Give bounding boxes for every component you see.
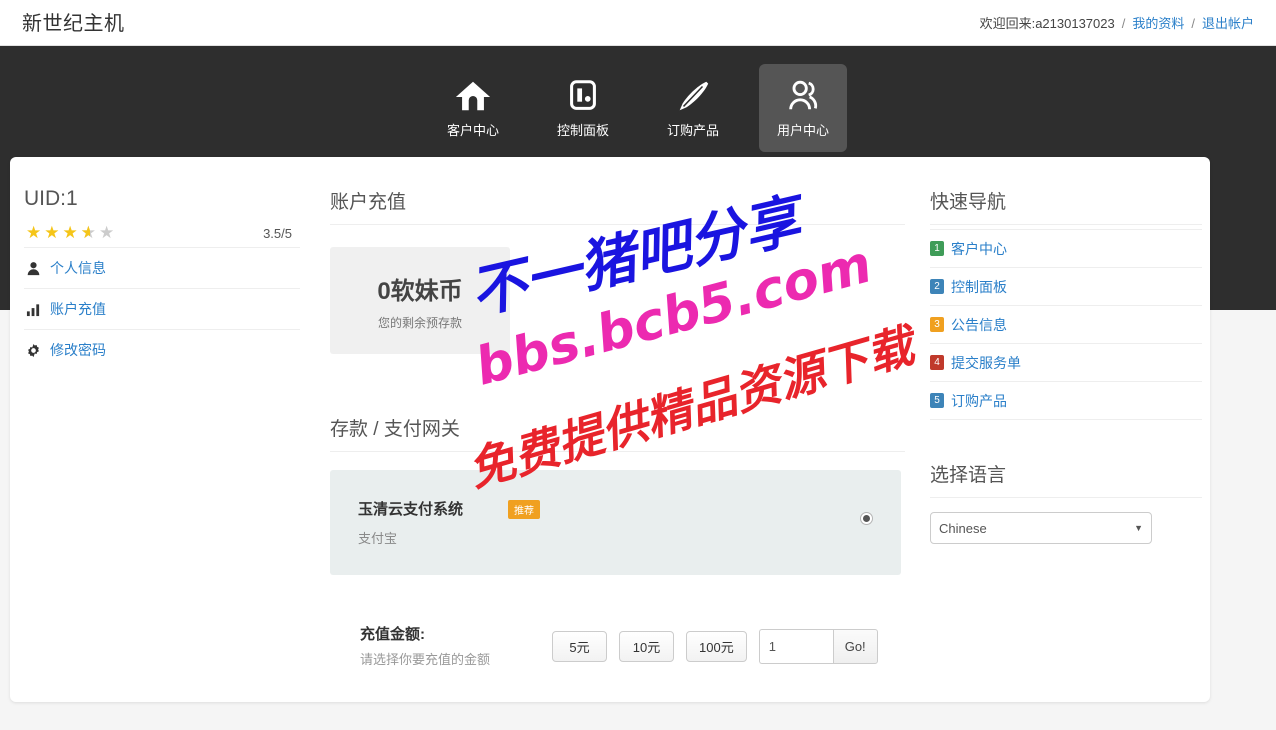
custom-amount-input[interactable] xyxy=(758,629,833,664)
balance-amount: 0软妹币 xyxy=(377,277,463,305)
sidebar-item-label: 个人信息 xyxy=(50,260,106,276)
nav-label: 客户中心 xyxy=(446,122,499,138)
welcome-username: a2130137023 xyxy=(1035,16,1115,31)
amount-preset-100[interactable]: 100元 xyxy=(686,631,747,662)
custom-amount-group: Go! xyxy=(758,629,878,664)
gateway-name: 玉清云支付系统 xyxy=(358,501,464,518)
nav-label: 用户中心 xyxy=(776,122,829,138)
right-column: 快速导航 1 客户中心 2 控制面板 3 公告信息 4 提交服务单 5 订购产品 xyxy=(930,187,1202,544)
logout-link[interactable]: 退出帐户 xyxy=(1202,16,1254,31)
quick-nav-label: 提交服务单 xyxy=(951,354,1021,371)
nav-label: 订购产品 xyxy=(666,122,719,138)
profile-link[interactable]: 我的资料 xyxy=(1132,16,1184,31)
welcome-separator-2: / xyxy=(1191,16,1195,31)
chevron-down-icon: ▼ xyxy=(1134,523,1143,533)
star-empty-icon: ★ xyxy=(99,223,118,242)
top-header: 新世纪主机 欢迎回来:a2130137023 / 我的资料 / 退出帐户 xyxy=(0,0,1276,46)
page-title: 账户充值 xyxy=(330,187,905,225)
star-rating: ★★★★ ★ xyxy=(26,223,117,243)
quick-nav-item-announcements[interactable]: 3 公告信息 xyxy=(930,306,1202,344)
site-brand: 新世纪主机 xyxy=(22,13,125,35)
amount-preset-5[interactable]: 5元 xyxy=(552,631,607,662)
nav-item-order-products[interactable]: 订购产品 xyxy=(649,64,737,152)
language-select[interactable]: Chinese ▼ xyxy=(930,512,1152,544)
welcome-separator-1: / xyxy=(1121,16,1126,31)
quick-nav-title: 快速导航 xyxy=(930,187,1202,225)
amount-controls: 5元 10元 100元 Go! xyxy=(552,629,878,664)
quick-nav-label: 控制面板 xyxy=(951,278,1007,295)
control-panel-icon xyxy=(564,78,602,114)
account-sidebar: UID:1 ★★★★★ 3.5/5 个人信息 xyxy=(24,187,300,370)
payment-gateway-option[interactable]: 玉清云支付系统 推荐 支付宝 xyxy=(330,470,901,575)
quick-nav-label: 客户中心 xyxy=(951,240,1007,257)
nav-item-customer-center[interactable]: 客户中心 xyxy=(429,64,517,152)
star-icon: ★ xyxy=(62,223,81,242)
quick-nav-badge: 3 xyxy=(930,317,944,332)
main-navigation: 客户中心 控制面板 订购产品 用户中心 xyxy=(0,46,1276,156)
bar-chart-icon xyxy=(26,302,41,317)
quick-nav-item-control-panel[interactable]: 2 控制面板 xyxy=(930,268,1202,306)
go-button[interactable]: Go! xyxy=(832,629,878,664)
quick-nav-badge: 1 xyxy=(930,241,944,256)
home-icon xyxy=(454,78,492,114)
sidebar-item-recharge[interactable]: 账户充值 xyxy=(24,288,300,329)
welcome-prefix: 欢迎回来: xyxy=(979,16,1036,31)
quick-nav-badge: 4 xyxy=(930,355,944,370)
quick-nav-item-order-products[interactable]: 5 订购产品 xyxy=(930,382,1202,420)
amount-section: 充值金额: 请选择你要充值的金额 5元 10元 100元 Go! xyxy=(330,623,905,683)
nav-item-user-center[interactable]: 用户中心 xyxy=(759,64,847,152)
star-icon: ★ xyxy=(26,223,45,242)
rating-value: 3.5/5 xyxy=(263,226,292,241)
gateway-subtitle: 支付宝 xyxy=(358,531,398,546)
language-selected-value: Chinese xyxy=(939,520,987,536)
sidebar-item-personal-info[interactable]: 个人信息 xyxy=(24,247,300,288)
quill-pen-icon xyxy=(674,78,712,114)
nav-label: 控制面板 xyxy=(556,122,609,138)
quick-nav-item-submit-ticket[interactable]: 4 提交服务单 xyxy=(930,344,1202,382)
sidebar-item-change-password[interactable]: 修改密码 xyxy=(24,329,300,370)
rating-row: ★★★★★ 3.5/5 xyxy=(24,223,300,247)
quick-nav-list: 1 客户中心 2 控制面板 3 公告信息 4 提交服务单 5 订购产品 xyxy=(930,229,1202,420)
content-card: UID:1 ★★★★★ 3.5/5 个人信息 xyxy=(10,157,1210,702)
quick-nav-badge: 5 xyxy=(930,393,944,408)
language-title: 选择语言 xyxy=(930,460,1202,498)
main-column: 账户充值 0软妹币 您的剩余预存款 存款 / 支付网关 玉清云支付系统 推荐 支… xyxy=(330,187,905,683)
amount-label: 充值金额: xyxy=(360,626,425,643)
gateway-badge: 推荐 xyxy=(508,500,540,519)
uid-label: UID:1 xyxy=(24,187,78,210)
users-icon xyxy=(784,78,822,114)
welcome-bar: 欢迎回来:a2130137023 / 我的资料 / 退出帐户 xyxy=(980,13,1254,32)
quick-nav-label: 订购产品 xyxy=(951,392,1007,409)
star-icon: ★ xyxy=(44,223,63,242)
amount-hint: 请选择你要充值的金额 xyxy=(360,652,491,667)
user-icon xyxy=(26,261,41,276)
amount-preset-10[interactable]: 10元 xyxy=(619,631,674,662)
quick-nav-item-customer-center[interactable]: 1 客户中心 xyxy=(930,230,1202,268)
sidebar-item-label: 账户充值 xyxy=(50,301,106,317)
quick-nav-label: 公告信息 xyxy=(951,316,1007,333)
gateway-section-title: 存款 / 支付网关 xyxy=(330,414,905,452)
quick-nav-badge: 2 xyxy=(930,279,944,294)
nav-item-control-panel[interactable]: 控制面板 xyxy=(539,64,627,152)
balance-caption: 您的剩余预存款 xyxy=(377,315,462,330)
balance-card: 0软妹币 您的剩余预存款 xyxy=(330,247,510,354)
star-half-icon: ★ xyxy=(81,223,99,243)
gear-icon xyxy=(26,343,41,358)
sidebar-item-label: 修改密码 xyxy=(50,342,106,358)
gateway-radio-button[interactable] xyxy=(860,512,873,525)
